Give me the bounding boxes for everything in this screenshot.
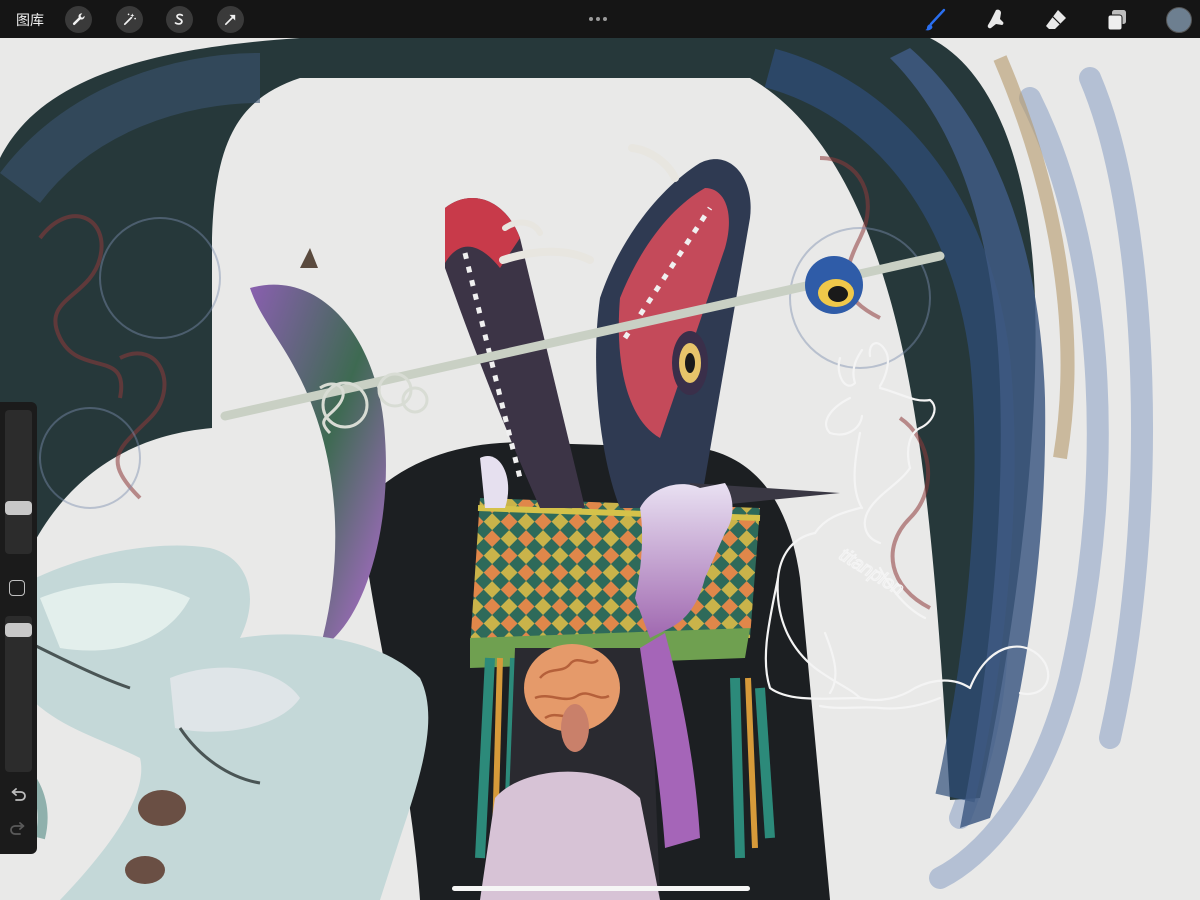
color-picker-swatch[interactable] [1166,7,1192,33]
home-indicator[interactable] [452,886,750,891]
brush-size-slider[interactable] [5,410,32,554]
adjustments-button[interactable] [116,6,143,33]
undo-icon[interactable] [9,788,27,804]
drawing-canvas[interactable]: titanplon [0,38,1200,900]
more-options-icon[interactable] [589,8,611,21]
artwork: titanplon [0,38,1200,900]
wrench-icon [72,13,85,26]
modify-button[interactable] [9,580,25,596]
left-sidebar [0,402,37,854]
selection-button[interactable] [166,6,193,33]
smudge-icon [987,9,1004,29]
transform-arrow-icon [224,14,236,26]
layers-button[interactable] [1104,7,1130,33]
transform-button[interactable] [217,6,244,33]
brush-tool[interactable] [922,7,948,33]
top-toolbar: 图库 [0,0,1200,38]
selection-s-icon [174,13,184,25]
eraser-tool[interactable] [1043,7,1069,33]
magic-wand-icon [123,13,136,26]
brush-icon [925,8,946,31]
brush-size-thumb[interactable] [5,501,32,515]
smudge-tool[interactable] [982,7,1008,33]
gallery-button[interactable]: 图库 [16,10,44,30]
opacity-slider[interactable] [5,616,32,772]
actions-button[interactable] [65,6,92,33]
redo-icon[interactable] [9,822,27,838]
layers-icon [1107,10,1126,31]
eraser-icon [1046,10,1066,29]
opacity-thumb[interactable] [5,623,32,637]
